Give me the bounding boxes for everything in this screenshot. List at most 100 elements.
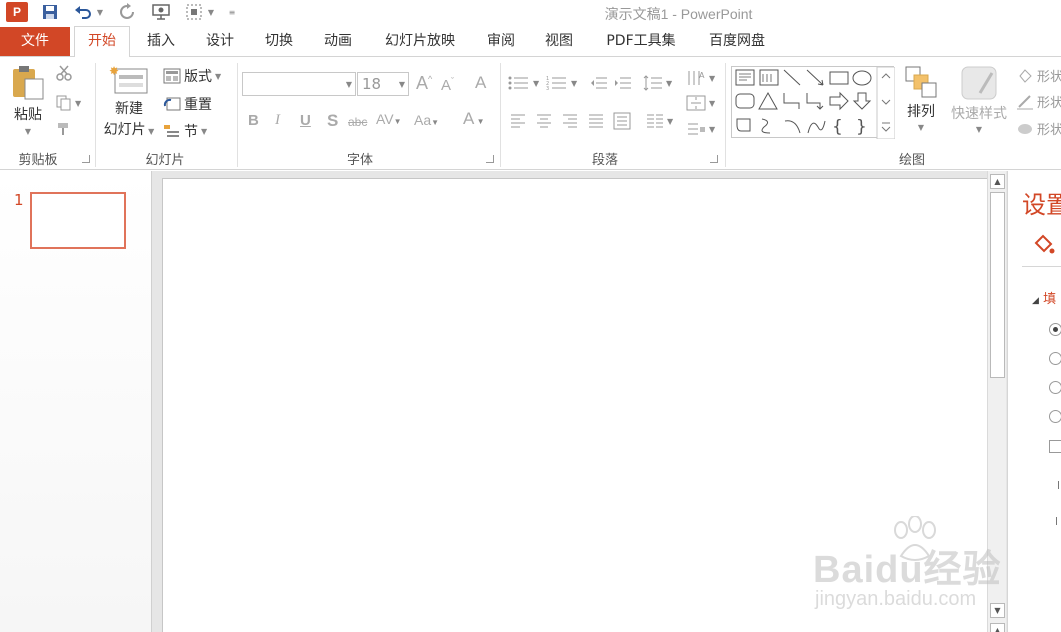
previous-slide-icon[interactable]: ▲ <box>990 623 1005 632</box>
slide-thumbnail-pane: 1 <box>0 171 152 632</box>
group-divider <box>95 63 96 167</box>
scrollbar-thumb[interactable] <box>990 192 1005 378</box>
paste-dropdown-icon[interactable]: ▼ <box>25 127 31 136</box>
copy-icon[interactable]: ▼ <box>56 95 81 111</box>
tab-insert[interactable]: 插入 <box>136 27 186 56</box>
reset-icon <box>163 97 181 111</box>
slide-thumbnail[interactable] <box>30 192 126 249</box>
shape-fill-button[interactable]: 形状 <box>1016 66 1061 85</box>
strikethrough-icon[interactable]: abc <box>348 115 367 129</box>
paste-button[interactable]: 粘贴 ▼ <box>8 65 48 145</box>
font-name-dropdown-icon: ▼ <box>345 80 352 89</box>
tab-review[interactable]: 审阅 <box>477 27 525 56</box>
fill-option-radio-1[interactable] <box>1049 323 1061 336</box>
clipboard-launcher-icon[interactable] <box>82 155 90 163</box>
font-group-label: 字体 <box>346 153 373 168</box>
fill-option-radio-2[interactable] <box>1049 352 1061 365</box>
ribbon-tabs: 文件 开始 插入 设计 切换 动画 幻灯片放映 审阅 视图 PDF工具集 百度网… <box>0 26 1061 57</box>
fill-option-radio-4[interactable] <box>1049 410 1061 423</box>
fill-option-checkbox[interactable] <box>1049 440 1061 453</box>
tab-animations[interactable]: 动画 <box>313 27 363 56</box>
underline-icon[interactable]: U <box>300 112 311 129</box>
paste-icon <box>13 66 44 100</box>
shape-effects-label: 形状 <box>1037 123 1061 138</box>
baidu-watermark: Baidu经验 jingyan.baidu.com <box>805 516 1015 616</box>
format-painter-icon[interactable] <box>56 121 72 137</box>
group-divider <box>725 63 726 167</box>
line-spacing-icon[interactable]: ▼ <box>643 75 672 91</box>
cut-icon[interactable] <box>56 65 72 81</box>
shape-effects-button[interactable]: 形状 <box>1016 119 1061 138</box>
layout-icon <box>163 68 181 84</box>
convert-to-smartart-icon[interactable]: ▼ <box>686 121 715 137</box>
justify-icon[interactable] <box>588 114 604 128</box>
tab-file[interactable]: 文件 <box>0 27 70 56</box>
columns-icon[interactable]: ▼ <box>646 114 673 128</box>
align-right-icon[interactable] <box>562 114 578 128</box>
tab-slideshow[interactable]: 幻灯片放映 <box>372 27 468 56</box>
paste-label: 粘贴 <box>14 107 42 123</box>
fill-option-radio-3[interactable] <box>1049 381 1061 394</box>
slide-number: 1 <box>14 191 24 209</box>
font-name-dropdown[interactable]: ▼ <box>242 72 356 96</box>
text-direction-icon[interactable]: A ▼ <box>686 69 715 87</box>
character-spacing-icon[interactable]: AV▼ <box>376 111 402 127</box>
pane-divider <box>1022 266 1061 267</box>
new-slide-label-line1: 新建 <box>115 101 143 117</box>
paragraph-group-label: 段落 <box>591 153 618 168</box>
shape-fill-icon <box>1019 68 1032 83</box>
shape-effects-icon <box>1018 123 1032 134</box>
shapes-gallery[interactable]: { } <box>731 66 896 140</box>
slides-group-label: 幻灯片 <box>145 153 185 168</box>
distributed-icon[interactable] <box>613 112 631 130</box>
change-case-icon[interactable]: Aa▼ <box>414 112 439 128</box>
font-color-icon[interactable]: A ▼ <box>463 109 484 129</box>
align-left-icon[interactable] <box>510 114 526 128</box>
tab-view[interactable]: 视图 <box>535 27 583 56</box>
shape-outline-button[interactable]: 形状 <box>1016 92 1061 111</box>
decrease-indent-icon[interactable] <box>590 75 608 91</box>
fill-section-label: 填 <box>1043 292 1057 307</box>
layout-label: 版式 <box>184 69 212 85</box>
paragraph-launcher-icon[interactable] <box>710 155 718 163</box>
drawing-group-label: 绘图 <box>898 153 925 168</box>
new-slide-button[interactable]: ✸ 新建 幻灯片 ▼ <box>100 65 158 145</box>
shadow-icon[interactable]: S <box>327 111 338 131</box>
font-size-dropdown[interactable]: 18 ▼ <box>357 72 409 96</box>
align-text-icon[interactable]: ▼ <box>686 95 715 111</box>
arrange-button[interactable]: 排列 ▼ <box>902 65 940 145</box>
layout-button[interactable]: 版式 ▼ <box>163 66 221 86</box>
pane-small-mark-2 <box>1056 517 1061 525</box>
scroll-up-icon[interactable]: ▲ <box>990 174 1005 189</box>
align-center-icon[interactable] <box>536 114 552 128</box>
quick-styles-button[interactable]: 快速样式 ▼ <box>946 65 1012 145</box>
format-pane-title: 设置 <box>1022 191 1061 219</box>
grow-font-icon[interactable]: A^ <box>416 73 432 94</box>
new-slide-label-line2: 幻灯片 ▼ <box>103 122 155 138</box>
format-pane: 设置 ◢ 填 <box>1007 171 1061 632</box>
tab-baidu-netdisk[interactable]: 百度网盘 <box>697 27 777 56</box>
tab-design[interactable]: 设计 <box>196 27 244 56</box>
watermark-url: jingyan.baidu.com <box>815 588 977 610</box>
watermark-brand: Baidu经验 <box>813 549 1002 591</box>
font-launcher-icon[interactable] <box>486 155 494 163</box>
group-divider <box>237 63 238 167</box>
italic-icon[interactable]: I <box>275 112 280 129</box>
numbering-icon[interactable]: 1 2 3 ▼ <box>546 75 577 91</box>
increase-indent-icon[interactable] <box>614 75 632 91</box>
reset-button[interactable]: 重置 <box>163 94 212 114</box>
fill-tab-icon[interactable] <box>1030 231 1056 260</box>
title-bar: P ▼ ▼ ≡ 演示文稿1 - PowerPoint <box>0 0 1061 26</box>
fill-section-header[interactable]: ◢ 填 <box>1032 288 1056 307</box>
tab-transitions[interactable]: 切换 <box>254 27 304 56</box>
bullets-icon[interactable]: ▼ <box>508 75 539 91</box>
clear-formatting-icon[interactable]: A <box>475 73 486 93</box>
new-slide-label-line2-text: 幻灯片 <box>103 122 146 138</box>
font-size-dropdown-icon: ▼ <box>398 80 405 89</box>
svg-text:3: 3 <box>546 86 549 91</box>
tab-home[interactable]: 开始 <box>74 26 130 57</box>
bold-icon[interactable]: B <box>248 112 259 129</box>
shrink-font-icon[interactable]: Aˇ <box>441 76 454 94</box>
tab-pdf-tools[interactable]: PDF工具集 <box>593 27 689 56</box>
section-button[interactable]: 节 ▼ <box>163 121 207 141</box>
